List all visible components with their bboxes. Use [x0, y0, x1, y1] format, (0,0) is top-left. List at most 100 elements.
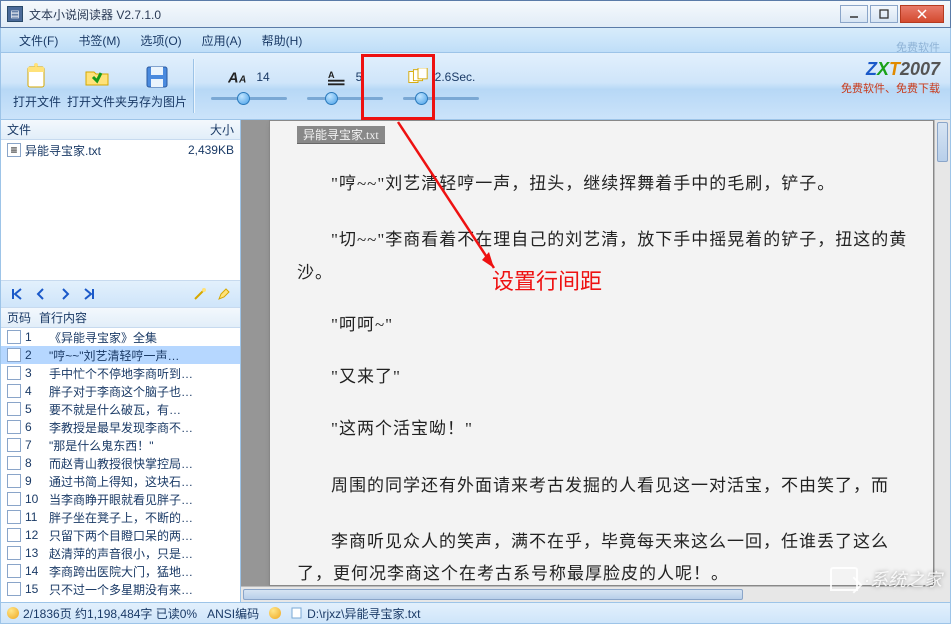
page-icon: [7, 528, 21, 542]
svg-text:A: A: [328, 70, 335, 80]
folder-icon: [83, 63, 111, 91]
page-icon: [7, 330, 21, 344]
scrollbar-thumb[interactable]: [243, 589, 743, 600]
page-first-line: 李教授是最早发现李商不…: [49, 419, 234, 436]
status-encoding: ANSI编码: [207, 605, 259, 622]
page-icon: [7, 384, 21, 398]
options-wand-button[interactable]: [190, 284, 210, 304]
page-list[interactable]: 1《异能寻宝家》全集2"哼~~"刘艺清轻哼一声…3手中忙个不停地李商听到…4胖子…: [1, 328, 240, 602]
menu-file[interactable]: 文件(F): [9, 30, 68, 51]
page-row[interactable]: 6李教授是最早发现李商不…: [1, 418, 240, 436]
menu-app[interactable]: 应用(A): [192, 30, 252, 51]
page-row[interactable]: 12只留下两个目瞪口呆的两…: [1, 526, 240, 544]
menu-options[interactable]: 选项(O): [130, 30, 191, 51]
status-dot-icon: [269, 607, 281, 619]
page-first-line: "那是什么鬼东西！": [49, 437, 234, 454]
file-col-size: 大小: [178, 121, 234, 138]
vertical-scrollbar[interactable]: [934, 120, 950, 586]
page-row[interactable]: 13赵清萍的声音很小，只是…: [1, 544, 240, 562]
left-panel: 文件 大小 ≡ 异能寻宝家.txt 2,439KB 页码 首行内容 1《异能寻宝…: [1, 120, 241, 602]
page-first-line: 胖子对于李商这个脑子也…: [49, 383, 234, 400]
page-icon: [7, 510, 21, 524]
page-icon: [7, 582, 21, 596]
svg-text:A: A: [238, 75, 246, 86]
page-number: 8: [25, 456, 49, 470]
maximize-button[interactable]: [870, 5, 898, 23]
page-first-line: 胖子坐在凳子上，不断的…: [49, 509, 234, 526]
document-content[interactable]: 异能寻宝家.txt "哼~~"刘艺清轻哼一声，扭头，继续挥舞着手中的毛刷，铲子。…: [297, 126, 920, 582]
page-first-line: 而赵青山教授很快掌控局…: [49, 455, 234, 472]
font-size-group: AA 14: [201, 58, 297, 114]
page-number: 3: [25, 366, 49, 380]
page-row[interactable]: 10当李商睁开眼就看见胖子…: [1, 490, 240, 508]
page-first-line: 赵清萍的声音很小，只是…: [49, 545, 234, 562]
page-first-line: 只不过一个多星期没有来…: [49, 581, 234, 598]
page-row[interactable]: 4胖子对于李商这个脑子也…: [1, 382, 240, 400]
window-controls: [840, 5, 944, 23]
page-first-line: 《异能寻宝家》全集: [49, 329, 234, 346]
paragraph: "这两个活宝呦！": [297, 413, 920, 445]
status-filepath: D:\rjxz\异能寻宝家.txt: [307, 605, 420, 622]
page-row[interactable]: 1《异能寻宝家》全集: [1, 328, 240, 346]
menu-help[interactable]: 帮助(H): [252, 30, 313, 51]
page-icon: [7, 546, 21, 560]
reader-pane: 异能寻宝家.txt "哼~~"刘艺清轻哼一声，扭头，继续挥舞着手中的毛刷，铲子。…: [241, 120, 950, 602]
page-number: 2: [25, 348, 49, 362]
page-icon: [7, 438, 21, 452]
auto-scroll-slider[interactable]: [403, 92, 479, 104]
font-size-slider[interactable]: [211, 92, 287, 104]
page-row[interactable]: 7"那是什么鬼东西！": [1, 436, 240, 454]
menu-bookmark[interactable]: 书签(M): [68, 30, 130, 51]
page-row[interactable]: 3手中忙个不停地李商听到…: [1, 364, 240, 382]
page-list-header: 页码 首行内容: [1, 308, 240, 328]
page-row[interactable]: 9通过书简上得知，这块石…: [1, 472, 240, 490]
open-file-button[interactable]: 打开文件: [7, 58, 67, 114]
page-number: 11: [25, 510, 49, 524]
toolbar-separator: [193, 59, 195, 113]
open-file-label: 打开文件: [13, 93, 61, 110]
watermark: ·系统之家: [830, 566, 942, 592]
paragraph: "切~~"李商看着不在理自己的刘艺清，放下手中摇晃着的铲子，扭这的黄沙。: [297, 224, 920, 289]
file-row[interactable]: ≡ 异能寻宝家.txt 2,439KB: [1, 140, 240, 160]
page-row[interactable]: 8而赵青山教授很快掌控局…: [1, 454, 240, 472]
paragraph: "又来了": [297, 361, 920, 393]
brand-logo: ZXT2007 免费软件、免费下载: [841, 59, 940, 96]
next-page-button[interactable]: [55, 284, 75, 304]
page-icon: [7, 492, 21, 506]
font-size-value: 14: [256, 70, 269, 84]
main-area: 文件 大小 ≡ 异能寻宝家.txt 2,439KB 页码 首行内容 1《异能寻宝…: [0, 120, 951, 602]
prev-page-button[interactable]: [31, 284, 51, 304]
edit-button[interactable]: [214, 284, 234, 304]
close-button[interactable]: [900, 5, 944, 23]
line-spacing-group: A 5: [297, 58, 393, 114]
page-first-line: 手中忙个不停地李商听到…: [49, 365, 234, 382]
free-software-tag: 免费软件: [896, 39, 940, 55]
page-number: 9: [25, 474, 49, 488]
open-folder-label: 打开文件夹: [67, 93, 127, 110]
page-row[interactable]: 14李商跨出医院大门，猛地…: [1, 562, 240, 580]
first-page-button[interactable]: [7, 284, 27, 304]
page-row[interactable]: 11胖子坐在凳子上，不断的…: [1, 508, 240, 526]
auto-scroll-group: 2.6Sec.: [393, 58, 489, 114]
minimize-button[interactable]: [840, 5, 868, 23]
page-icon: [7, 348, 21, 362]
page-row[interactable]: 5要不就是什么破瓦，有…: [1, 400, 240, 418]
last-page-button[interactable]: [79, 284, 99, 304]
scrollbar-thumb[interactable]: [937, 122, 948, 162]
page-number: 1: [25, 330, 49, 344]
page-first-line: 李商跨出医院大门，猛地…: [49, 563, 234, 580]
page-col-num: 页码: [7, 309, 39, 326]
page-number: 15: [25, 582, 49, 596]
paragraph: "哼~~"刘艺清轻哼一声，扭头，继续挥舞着手中的毛刷，铲子。: [297, 168, 920, 200]
save-as-image-button[interactable]: 另存为图片: [127, 58, 187, 114]
page-row[interactable]: 2"哼~~"刘艺清轻哼一声…: [1, 346, 240, 364]
open-folder-button[interactable]: 打开文件夹: [67, 58, 127, 114]
page-number: 7: [25, 438, 49, 452]
line-spacing-slider[interactable]: [307, 92, 383, 104]
page-icon: [7, 420, 21, 434]
file-list[interactable]: ≡ 异能寻宝家.txt 2,439KB: [1, 140, 240, 280]
file-col-name: 文件: [7, 121, 178, 138]
page-icon: [7, 564, 21, 578]
page-row[interactable]: 15只不过一个多星期没有来…: [1, 580, 240, 598]
page-icon: [7, 456, 21, 470]
